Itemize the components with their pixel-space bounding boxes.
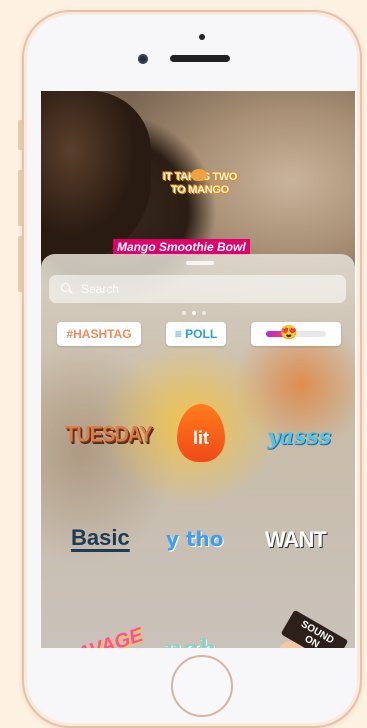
poll-sticker-label: ≡ POLL: [174, 327, 218, 341]
want-sticker[interactable]: WANT: [265, 527, 327, 553]
emoji-slider-track: 😍: [266, 325, 326, 339]
mango-sticker[interactable]: IT TAKES TWO TO MANGO: [159, 169, 241, 209]
hashtag-sticker[interactable]: #HASHTAG: [57, 322, 141, 346]
ugh-sticker[interactable]: ugh: [165, 634, 217, 648]
savage-sticker[interactable]: SAVAGE: [61, 624, 146, 648]
tray-handle[interactable]: [186, 261, 214, 265]
front-camera-icon: [138, 54, 148, 64]
search-placeholder: Search: [81, 282, 120, 296]
basic-sticker[interactable]: Basic: [71, 525, 130, 551]
yasss-sticker[interactable]: yasss: [267, 424, 331, 450]
hashtag-sticker-label: #HASHTAG: [66, 327, 132, 341]
lit-sticker[interactable]: lit: [173, 404, 229, 464]
phone-screen: IT TAKES TWO TO MANGO Mango Smoothie Bow…: [41, 91, 355, 648]
page-dot: [182, 311, 186, 315]
sound-on-sticker[interactable]: SOUND ON: [261, 601, 352, 648]
page-indicator: [182, 311, 206, 315]
earpiece-speaker-icon: [170, 55, 230, 62]
lit-sticker-label: lit: [193, 428, 209, 448]
search-icon: [61, 283, 73, 295]
heart-eyes-emoji-icon: 😍: [280, 324, 298, 340]
page-dot-active: [192, 311, 196, 315]
sticker-search-input[interactable]: Search: [49, 275, 346, 303]
poll-sticker[interactable]: ≡ POLL: [166, 322, 226, 346]
page-dot: [202, 311, 206, 315]
proximity-sensor: [199, 34, 205, 40]
story-caption[interactable]: Mango Smoothie Bowl: [113, 239, 250, 255]
sticker-tray: Search #HASHTAG ≡ POLL 😍 TUESDAY lit yas…: [41, 254, 355, 648]
tuesday-sticker[interactable]: TUESDAY: [65, 423, 153, 448]
home-button[interactable]: [171, 655, 233, 717]
ytho-sticker[interactable]: y tho: [166, 527, 224, 551]
emoji-slider-sticker[interactable]: 😍: [251, 322, 341, 346]
mango-icon: [191, 169, 207, 181]
mango-sticker-line2: TO MANGO: [171, 184, 229, 196]
